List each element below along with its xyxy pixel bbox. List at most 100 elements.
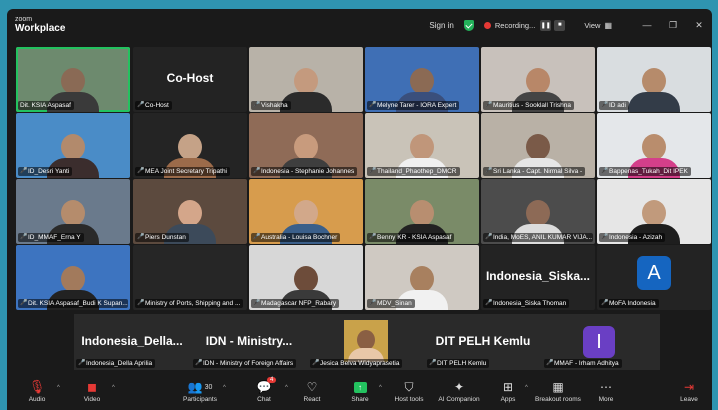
more-button[interactable]: ⋯ More (581, 379, 631, 403)
mic-muted-icon: 🎤 (137, 102, 145, 108)
react-button[interactable]: ♡ React (287, 379, 337, 403)
participant-tile[interactable]: 🎤 Indonesia - Stephanie Johannes (249, 113, 363, 178)
participant-tile[interactable]: 🎤 ID_MMAF_Erna Y (16, 179, 130, 244)
host-tools-button[interactable]: ⛉ Host tools (384, 379, 434, 404)
more-icon: ⋯ (600, 380, 612, 394)
brand-bottom: Workplace (15, 23, 66, 34)
participants-count: 30 (204, 383, 213, 391)
participant-tile[interactable]: 🎤 ID adi (597, 47, 711, 112)
mic-muted-icon: 🎤 (253, 168, 261, 174)
participant-video (344, 320, 388, 362)
mic-muted-icon: 🎤 (195, 360, 203, 366)
chat-badge: 4 (267, 377, 277, 383)
participant-name-label: 🎤 MDV_Sinan (367, 299, 415, 308)
breakout-rooms-button[interactable]: ▦ Breakout rooms (533, 379, 583, 403)
participant-name-label: 🎤 Thailand_Phaothep_DMCR (367, 167, 460, 176)
apps-button[interactable]: ⊞ Apps (483, 379, 533, 403)
audio-options-chevron-icon[interactable]: ^ (57, 385, 60, 391)
participant-name-label: 🎤 MMAF - Irham Adhitya (544, 359, 622, 368)
meeting-toolbar: 🎙 Audio ^ ◼︎ Video ^ 👥 30 Participants ^ … (7, 377, 712, 410)
mic-muted-icon: 🎤 (369, 168, 377, 174)
participant-tile[interactable]: Dit. KSIA Aspasaf (16, 47, 130, 112)
participant-name-label: 🎤 Indonesia - Stephanie Johannes (251, 167, 358, 176)
mic-muted-icon: 🎤 (546, 360, 554, 366)
mic-muted-icon: 🎤 (369, 102, 377, 108)
participant-tile[interactable]: 🎤 Benny KR - KSIA Aspasaf (365, 179, 479, 244)
zoom-logo: zoom Workplace (15, 16, 65, 34)
participant-tile[interactable]: 🎤 MEA Joint Secretary Tripathi (133, 113, 247, 178)
encryption-shield-icon[interactable] (463, 19, 474, 31)
participant-tile[interactable]: Co-Host 🎤 Co-Host (133, 47, 247, 112)
chat-button[interactable]: 💬 4 Chat (239, 377, 289, 403)
participant-tile[interactable]: Indonesia_Siska... 🎤 Indonesia_Siska Thoma… (481, 245, 595, 310)
ai-companion-button[interactable]: ✦ AI Companion (434, 379, 484, 403)
participant-tile[interactable]: 🎤 Piers Dunstan (133, 179, 247, 244)
minimize-icon[interactable]: — (634, 20, 660, 30)
video-button[interactable]: ◼︎ Video (67, 379, 117, 403)
mic-muted-icon: 🎤 (369, 300, 377, 306)
participant-name-label: 🎤 India, MoES, ANIL KUMAR VIJA... (483, 233, 593, 242)
share-button[interactable]: ↑ Share (335, 379, 385, 403)
participant-video (628, 68, 680, 112)
audio-button[interactable]: 🎙 Audio (12, 379, 62, 403)
view-button[interactable]: View (584, 21, 600, 30)
participants-button[interactable]: 👥 30 Participants (175, 379, 225, 403)
mic-muted-icon: 🎤 (20, 300, 28, 306)
grid-view-icon[interactable]: ▦ (604, 21, 612, 30)
mic-muted-icon: 🎤 (253, 102, 261, 108)
close-icon[interactable]: ✕ (686, 20, 712, 31)
participant-tile[interactable]: 🎤 Bappenas_Tukah_Dit IPEK (597, 113, 711, 178)
participant-name-label: Dit. KSIA Aspasaf (18, 101, 74, 110)
apps-options-chevron-icon[interactable]: ^ (525, 385, 528, 391)
mic-muted-icon: 🎤 (601, 300, 609, 306)
strip-participant-tile[interactable]: IDN - Ministry... 🎤 IDN - Ministry of Fore… (191, 314, 307, 370)
brand-top: zoom (15, 16, 33, 23)
mic-muted-icon: 🎤 (485, 102, 493, 108)
strip-participant-tile[interactable]: I 🎤 MMAF - Irham Adhitya (542, 314, 658, 370)
participant-tile[interactable]: 🎤 Sri Lanka - Capt. Nirmal Silva - (481, 113, 595, 178)
strip-participant-tile[interactable]: Indonesia_Della... 🎤 Indonesia_Della April… (74, 314, 190, 370)
sign-in-link[interactable]: Sign in (429, 21, 453, 30)
participant-tile[interactable]: 🎤 Ministry of Ports, Shipping and ... (133, 245, 247, 310)
participant-name-label: 🎤 Madagascar NFP_Rabary (251, 299, 340, 308)
video-options-chevron-icon[interactable]: ^ (112, 385, 115, 391)
participant-avatar: A (637, 256, 671, 290)
strip-participant-tile[interactable]: 🎤 Jesica Belva Widyaprasetia (308, 314, 424, 370)
participant-tile[interactable]: 🎤 Australia - Louisa Bochner (249, 179, 363, 244)
participant-name-label: 🎤 ID adi (599, 101, 629, 110)
mic-muted-icon: 🎤 (20, 168, 28, 174)
participant-tile[interactable]: 🎤 Madagascar NFP_Rabary (249, 245, 363, 310)
participant-tile[interactable]: 🎤 Melyne Tarer - IORA Expert (365, 47, 479, 112)
maximize-icon[interactable]: ❐ (660, 20, 686, 31)
participant-tile[interactable]: A 🎤 MoFA Indonesia (597, 245, 711, 310)
participant-tile[interactable]: 🎤 Mauritius - Sooklall Trishna (481, 47, 595, 112)
participant-avatar: I (583, 326, 615, 358)
participant-name-label: 🎤 MoFA Indonesia (599, 299, 659, 308)
pause-recording-button[interactable]: ❚❚ (540, 19, 552, 31)
participant-name-label: 🎤 Dit. KSIA Aspasaf_Budi K Supan... (18, 299, 128, 308)
participants-options-chevron-icon[interactable]: ^ (223, 385, 226, 391)
mic-muted-icon: 🎤 (253, 234, 261, 240)
breakout-rooms-icon: ▦ (552, 380, 564, 394)
strip-participant-tile[interactable]: DIT PELH Kemlu 🎤 DIT PELH Kemlu (425, 314, 541, 370)
mic-muted-icon: 🎤 (20, 234, 28, 240)
participant-tile[interactable]: 🎤 Thailand_Phaothep_DMCR (365, 113, 479, 178)
participant-tile[interactable]: 🎤 Vishakha (249, 47, 363, 112)
participant-tile[interactable]: 🎤 India, MoES, ANIL KUMAR VIJA... (481, 179, 595, 244)
participant-name-label: 🎤 Indonesia_Della Aprilia (76, 359, 156, 368)
participant-name-display: DIT PELH Kemlu (435, 334, 531, 348)
stop-recording-button[interactable]: ■ (554, 19, 566, 31)
leave-button[interactable]: ⇥ Leave (668, 379, 710, 403)
video-off-icon: ◼︎ (87, 380, 97, 394)
participant-name-display: IDN - Ministry... (205, 334, 293, 348)
participant-tile[interactable]: 🎤 ID_Desri Yanti (16, 113, 130, 178)
mic-muted-icon: 🎤 (78, 360, 86, 366)
participant-name-label: 🎤 IDN - Ministry of Foreign Affairs (193, 359, 297, 368)
participant-tile[interactable]: 🎤 Dit. KSIA Aspasaf_Budi K Supan... (16, 245, 130, 310)
participant-tile[interactable]: 🎤 MDV_Sinan (365, 245, 479, 310)
recording-dot-icon (483, 21, 491, 29)
sparkle-icon: ✦ (453, 380, 465, 394)
participant-name-label: 🎤 Ministry of Ports, Shipping and ... (135, 299, 244, 308)
participant-tile[interactable]: 🎤 Indonesia - Azizah (597, 179, 711, 244)
share-options-chevron-icon[interactable]: ^ (379, 385, 382, 391)
